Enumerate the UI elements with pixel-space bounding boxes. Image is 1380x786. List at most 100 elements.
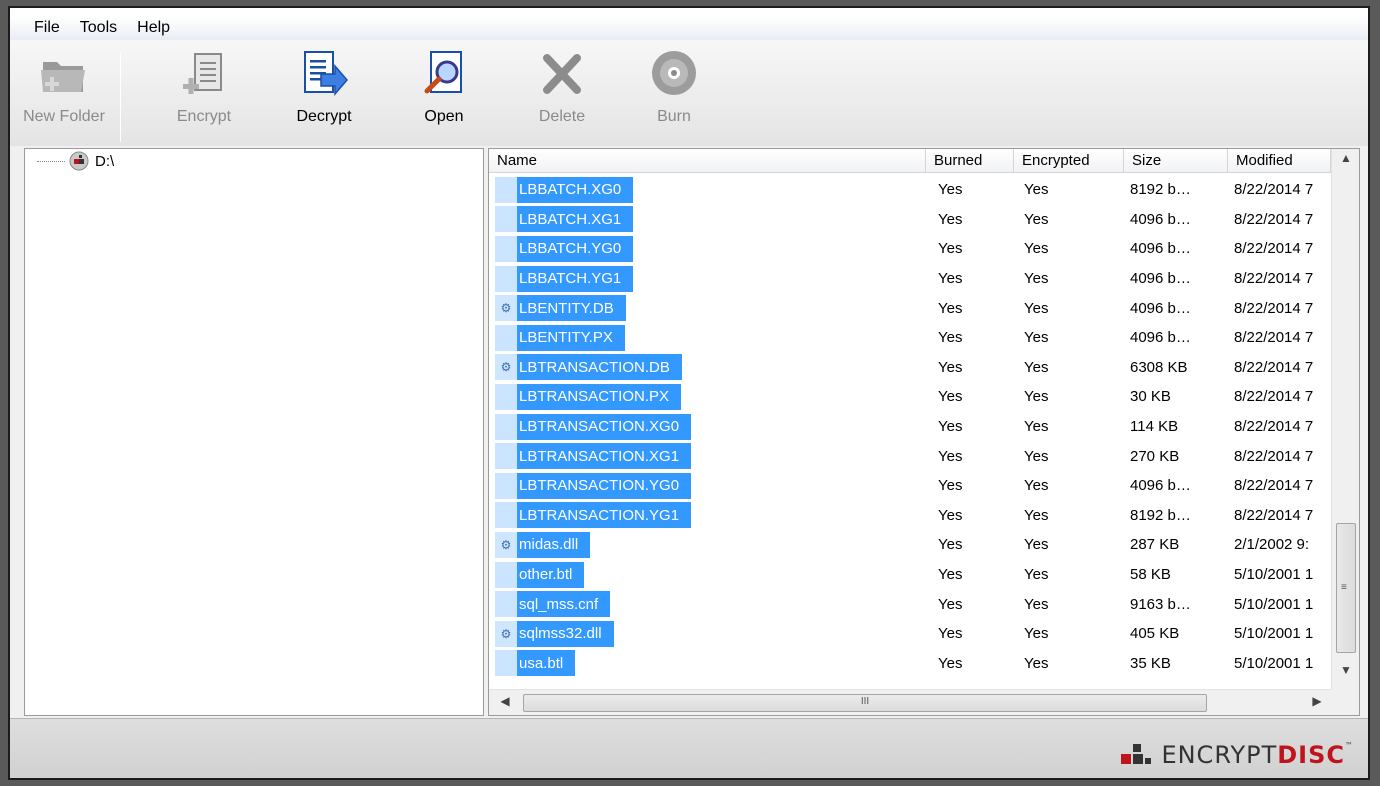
file-name-cell: LBTRANSACTION.XG0 (489, 413, 926, 440)
selected-name[interactable]: LBTRANSACTION.XG0 (495, 413, 692, 440)
new-folder-button[interactable]: New Folder (16, 48, 112, 126)
menu-tools[interactable]: Tools (70, 16, 127, 40)
scroll-up-arrow-icon[interactable]: ▲ (1332, 151, 1359, 175)
file-name-cell: other.btl (489, 561, 926, 588)
burned-cell: Yes (938, 358, 963, 376)
burned-cell: Yes (938, 329, 963, 347)
column-header-name[interactable]: Name (489, 149, 926, 172)
file-name-cell: LBBATCH.YG0 (489, 235, 926, 262)
scroll-down-arrow-icon[interactable]: ▼ (1332, 663, 1359, 687)
file-row[interactable]: LBTRANSACTION.YG0 Yes Yes 4096 b… 8/22/2014 … (489, 471, 1331, 501)
file-row[interactable]: LBBATCH.YG0 Yes Yes 4096 b… 8/22/2014 7 (489, 234, 1331, 264)
file-list[interactable]: Name Burned Encrypted Size Modified LBBA… (488, 148, 1360, 716)
selected-name[interactable]: LBBATCH.YG1 (495, 265, 634, 292)
modified-cell: 5/10/2001 1 (1234, 566, 1314, 584)
file-row[interactable]: ⚙ sqlmss32.dll Yes Yes 405 KB 5/10/2001 1 (489, 619, 1331, 649)
encrypted-cell: Yes (1024, 506, 1049, 524)
file-name-cell: ⚙ sqlmss32.dll (489, 620, 926, 647)
scroll-right-arrow-icon[interactable]: ▶ (1305, 694, 1329, 708)
modified-cell: 8/22/2014 7 (1234, 447, 1314, 465)
delete-label: Delete (538, 108, 586, 125)
file-icon (495, 561, 517, 588)
burned-cell: Yes (938, 418, 963, 436)
file-row[interactable]: LBBATCH.XG1 Yes Yes 4096 b… 8/22/2014 7 (489, 205, 1331, 235)
database-file-icon: ⚙ (495, 295, 517, 322)
modified-cell: 8/22/2014 7 (1234, 506, 1314, 524)
selected-name[interactable]: LBENTITY.PX (495, 324, 625, 351)
file-row[interactable]: ⚙ LBTRANSACTION.DB Yes Yes 6308 KB 8/22/2014 … (489, 353, 1331, 383)
modified-cell: 5/10/2001 1 (1234, 654, 1314, 672)
file-row[interactable]: other.btl Yes Yes 58 KB 5/10/2001 1 (489, 560, 1331, 590)
selected-name[interactable]: LBBATCH.XG0 (495, 176, 634, 203)
modified-cell: 8/22/2014 7 (1234, 299, 1314, 317)
vertical-scroll-thumb[interactable]: ≡ (1336, 523, 1356, 653)
vertical-scrollbar[interactable]: ▲ ≡ ▼ (1331, 149, 1359, 689)
encryptdisc-logo: ENCRYPTDISC™ (1117, 741, 1354, 769)
file-name: other.btl (519, 566, 573, 584)
selected-name[interactable]: ⚙ LBENTITY.DB (495, 295, 626, 322)
menu-file[interactable]: File (24, 16, 70, 40)
modified-cell: 8/22/2014 7 (1234, 418, 1314, 436)
database-file-icon: ⚙ (495, 354, 517, 381)
tree-item-drive-d[interactable]: D:\ (37, 151, 114, 171)
burn-button[interactable]: Burn (626, 48, 722, 126)
selected-name[interactable]: ⚙ midas.dll (495, 531, 591, 558)
decrypt-button[interactable]: Decrypt (276, 48, 372, 126)
encrypted-cell: Yes (1024, 270, 1049, 288)
selected-name[interactable]: LBTRANSACTION.XG1 (495, 443, 692, 470)
burned-cell: Yes (938, 447, 963, 465)
modified-cell: 8/22/2014 7 (1234, 388, 1314, 406)
selected-name[interactable]: ⚙ LBTRANSACTION.DB (495, 354, 682, 381)
file-name-cell: LBTRANSACTION.YG0 (489, 472, 926, 499)
scroll-grip-icon: ≡ (1341, 582, 1347, 593)
file-row[interactable]: LBBATCH.XG0 Yes Yes 8192 b… 8/22/2014 7 (489, 175, 1331, 205)
file-row[interactable]: LBENTITY.PX Yes Yes 4096 b… 8/22/2014 7 (489, 323, 1331, 353)
file-row[interactable]: ⚙ midas.dll Yes Yes 287 KB 2/1/2002 9: (489, 530, 1331, 560)
file-row[interactable]: sql_mss.cnf Yes Yes 9163 b… 5/10/2001 1 (489, 589, 1331, 619)
file-row[interactable]: LBTRANSACTION.PX Yes Yes 30 KB 8/22/2014 7 (489, 382, 1331, 412)
database-file-icon: ⚙ (495, 531, 517, 558)
selected-name[interactable]: usa.btl (495, 650, 576, 677)
file-row[interactable]: LBTRANSACTION.YG1 Yes Yes 8192 b… 8/22/2014 … (489, 501, 1331, 531)
file-name: LBBATCH.YG0 (519, 240, 622, 258)
menu-help[interactable]: Help (127, 16, 180, 40)
selected-name[interactable]: LBTRANSACTION.YG0 (495, 472, 692, 499)
selected-name[interactable]: LBTRANSACTION.PX (495, 383, 682, 410)
selected-name[interactable]: LBBATCH.XG1 (495, 206, 634, 233)
size-cell: 4096 b… (1130, 477, 1191, 495)
file-row[interactable]: usa.btl Yes Yes 35 KB 5/10/2001 1 (489, 649, 1331, 679)
horizontal-scroll-thumb[interactable]: III (523, 694, 1207, 712)
modified-cell: 8/22/2014 7 (1234, 210, 1314, 228)
selected-name[interactable]: other.btl (495, 561, 585, 588)
size-cell: 405 KB (1130, 625, 1180, 643)
encrypted-cell: Yes (1024, 358, 1049, 376)
delete-button[interactable]: Delete (514, 48, 610, 126)
file-icon (495, 324, 517, 351)
selected-name[interactable]: sql_mss.cnf (495, 591, 611, 618)
selected-name[interactable]: ⚙ sqlmss32.dll (495, 620, 614, 647)
column-header-modified[interactable]: Modified (1228, 149, 1331, 172)
encrypt-button[interactable]: Encrypt (156, 48, 252, 126)
scroll-left-arrow-icon[interactable]: ◀ (493, 694, 517, 708)
selected-name[interactable]: LBBATCH.YG0 (495, 235, 634, 262)
file-row[interactable]: LBTRANSACTION.XG0 Yes Yes 114 KB 8/22/2014 7 (489, 412, 1331, 442)
file-row[interactable]: LBBATCH.YG1 Yes Yes 4096 b… 8/22/2014 7 (489, 264, 1331, 294)
burned-cell: Yes (938, 566, 963, 584)
folder-tree[interactable]: D:\ (24, 148, 484, 716)
burned-cell: Yes (938, 506, 963, 524)
open-button[interactable]: Open (396, 48, 492, 126)
file-name: sql_mss.cnf (519, 595, 599, 613)
encrypted-cell: Yes (1024, 240, 1049, 258)
title-strip (10, 8, 1368, 16)
selected-name[interactable]: LBTRANSACTION.YG1 (495, 502, 692, 529)
horizontal-scrollbar[interactable]: ◀ III ▶ (489, 689, 1333, 715)
column-header-encrypted[interactable]: Encrypted (1014, 149, 1124, 172)
app-window: File Tools Help New Folder Encrypt Decry… (8, 6, 1370, 780)
column-header-burned[interactable]: Burned (926, 149, 1014, 172)
encrypted-cell: Yes (1024, 595, 1049, 613)
column-header-size[interactable]: Size (1124, 149, 1228, 172)
file-row[interactable]: LBTRANSACTION.XG1 Yes Yes 270 KB 8/22/2014 7 (489, 441, 1331, 471)
encrypted-cell: Yes (1024, 654, 1049, 672)
file-row[interactable]: ⚙ LBENTITY.DB Yes Yes 4096 b… 8/22/2014 7 (489, 293, 1331, 323)
file-icon (495, 443, 517, 470)
